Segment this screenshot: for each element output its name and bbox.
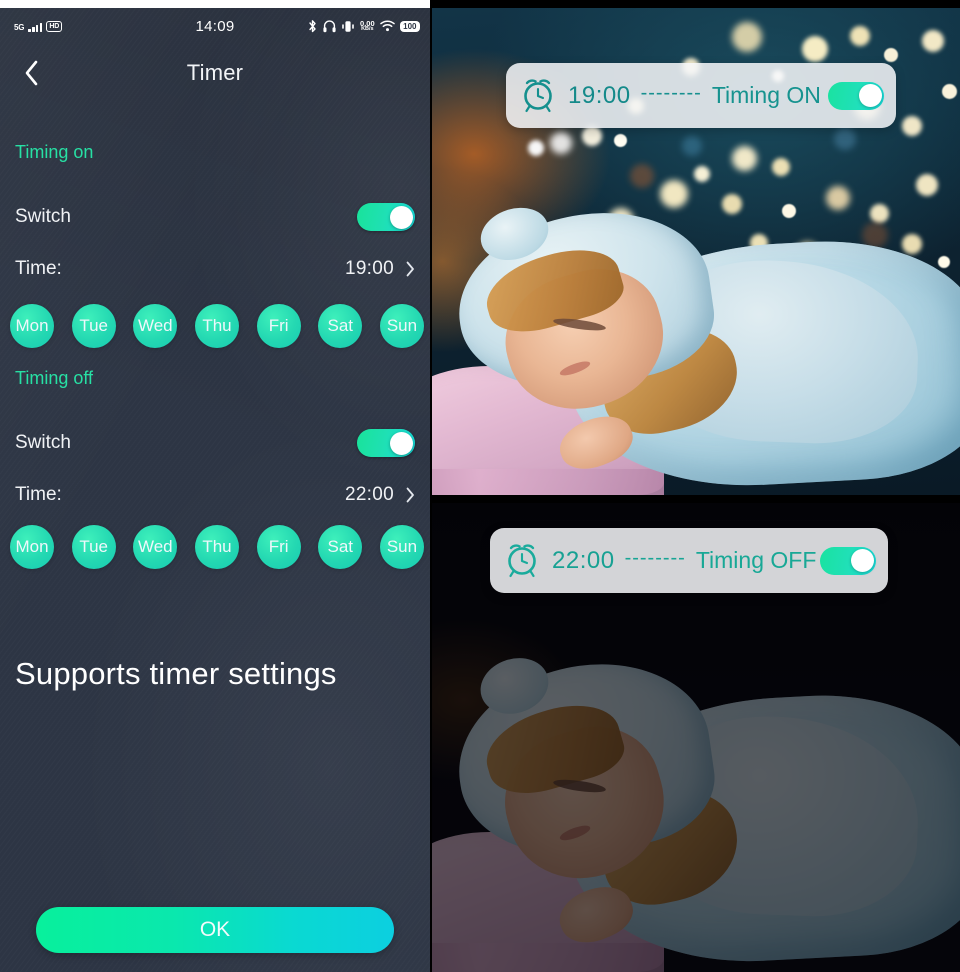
day-chip-sun[interactable]: Sun — [379, 304, 424, 348]
timing-on-time-value: 19:00 — [344, 258, 394, 279]
headline-text: Supports timer settings — [15, 656, 337, 691]
alarm-clock-icon — [502, 538, 542, 583]
timing-off-switch-row: Switch — [15, 428, 415, 458]
status-bar: 5G HD 14:09 0.00 KB/s 100 — [0, 8, 430, 44]
sleeping-child-photo — [432, 197, 960, 495]
timing-off-time-value: 22:00 — [344, 484, 394, 505]
bluetooth-icon — [307, 19, 318, 34]
timing-off-switch-toggle[interactable] — [357, 429, 415, 457]
day-chip-wed[interactable]: Wed — [133, 525, 178, 569]
overlay-on-toggle[interactable] — [828, 81, 884, 110]
day-chip-thu[interactable]: Thu — [194, 304, 239, 348]
day-chip-fri[interactable]: Fri — [256, 525, 301, 569]
day-chip-mon[interactable]: Mon — [10, 304, 54, 348]
timing-off-switch-label: Switch — [15, 432, 71, 453]
overlay-off-label: Timing OFF — [695, 547, 817, 573]
timing-off-time-row[interactable]: Time: 22:00 — [15, 482, 415, 508]
wifi-icon — [379, 20, 395, 32]
toggle-knob — [858, 84, 882, 107]
timing-on-switch-label: Switch — [15, 206, 71, 227]
overlay-off-time: 22:00 — [552, 546, 615, 574]
overlay-on-dash: -------- — [640, 81, 702, 104]
timing-off-time-label: Time: — [15, 484, 62, 505]
timing-on-switch-row: Switch — [15, 202, 415, 232]
section-label-timing-off: Timing off — [15, 368, 94, 388]
timing-on-time-right: 19:00 — [345, 258, 415, 280]
battery-icon: 100 — [399, 20, 420, 32]
timing-on-switch-toggle[interactable] — [357, 203, 415, 231]
photo-divider — [864, 495, 960, 503]
section-label-timing-on: Timing on — [15, 142, 94, 162]
status-bar-right: 0.00 KB/s 100 — [307, 19, 420, 34]
day-chip-tue[interactable]: Tue — [71, 304, 116, 348]
screenshot-root: 5G HD 14:09 0.00 KB/s 100 Timer Timing o… — [0, 0, 960, 972]
ok-button[interactable]: OK — [36, 907, 394, 953]
alarm-clock-icon — [518, 73, 558, 118]
day-chip-thu[interactable]: Thu — [194, 525, 239, 569]
day-chip-sat[interactable]: Sat — [318, 525, 363, 569]
timing-on-time-row[interactable]: Time: 19:00 — [15, 256, 415, 282]
page-title: Timer — [186, 60, 244, 85]
timing-on-day-selector: Mon Tue Wed Thu Fri Sat Sun — [10, 304, 424, 348]
pillow-edge — [432, 468, 665, 495]
day-chip-wed[interactable]: Wed — [133, 304, 178, 348]
day-chip-tue[interactable]: Tue — [71, 525, 116, 569]
timing-off-time-right: 22:00 — [345, 484, 415, 506]
toggle-knob — [850, 549, 874, 572]
day-chip-sun[interactable]: Sun — [379, 525, 424, 569]
sleeping-child-photo-dark — [432, 649, 960, 972]
chevron-right-icon — [406, 487, 414, 503]
network-speed-unit: KB/s — [361, 26, 374, 32]
day-chip-mon[interactable]: Mon — [10, 525, 54, 569]
timing-on-overlay-badge: 19:00 -------- Timing ON — [506, 63, 896, 128]
overlay-off-toggle[interactable] — [820, 546, 876, 575]
photo-lights-on: 19:00 -------- Timing ON — [432, 8, 960, 495]
toggle-knob — [389, 431, 413, 455]
overlay-off-dash: -------- — [624, 546, 686, 569]
vibrate-icon — [341, 20, 355, 33]
chevron-right-icon — [406, 261, 414, 277]
photo-lights-off: 22:00 -------- Timing OFF — [432, 503, 960, 972]
panel-divider — [430, 0, 432, 972]
timing-off-overlay-badge: 22:00 -------- Timing OFF — [490, 528, 888, 593]
title-bar: Timer — [0, 44, 430, 102]
pillow-edge — [432, 943, 665, 972]
overlay-on-label: Timing ON — [711, 82, 821, 108]
photo-column: 19:00 -------- Timing ON 22:00 -------- … — [432, 0, 960, 972]
phone-screen: 5G HD 14:09 0.00 KB/s 100 Timer Timing o… — [0, 8, 430, 972]
toggle-knob — [389, 205, 413, 229]
top-white-band — [0, 0, 432, 8]
headphones-icon — [323, 19, 336, 33]
timing-off-day-selector: Mon Tue Wed Thu Fri Sat Sun — [10, 525, 424, 569]
overlay-on-time: 19:00 — [568, 81, 631, 109]
day-chip-fri[interactable]: Fri — [256, 304, 301, 348]
timing-on-time-label: Time: — [15, 258, 62, 279]
day-chip-sat[interactable]: Sat — [318, 304, 363, 348]
network-speed-indicator: 0.00 KB/s — [360, 19, 375, 33]
